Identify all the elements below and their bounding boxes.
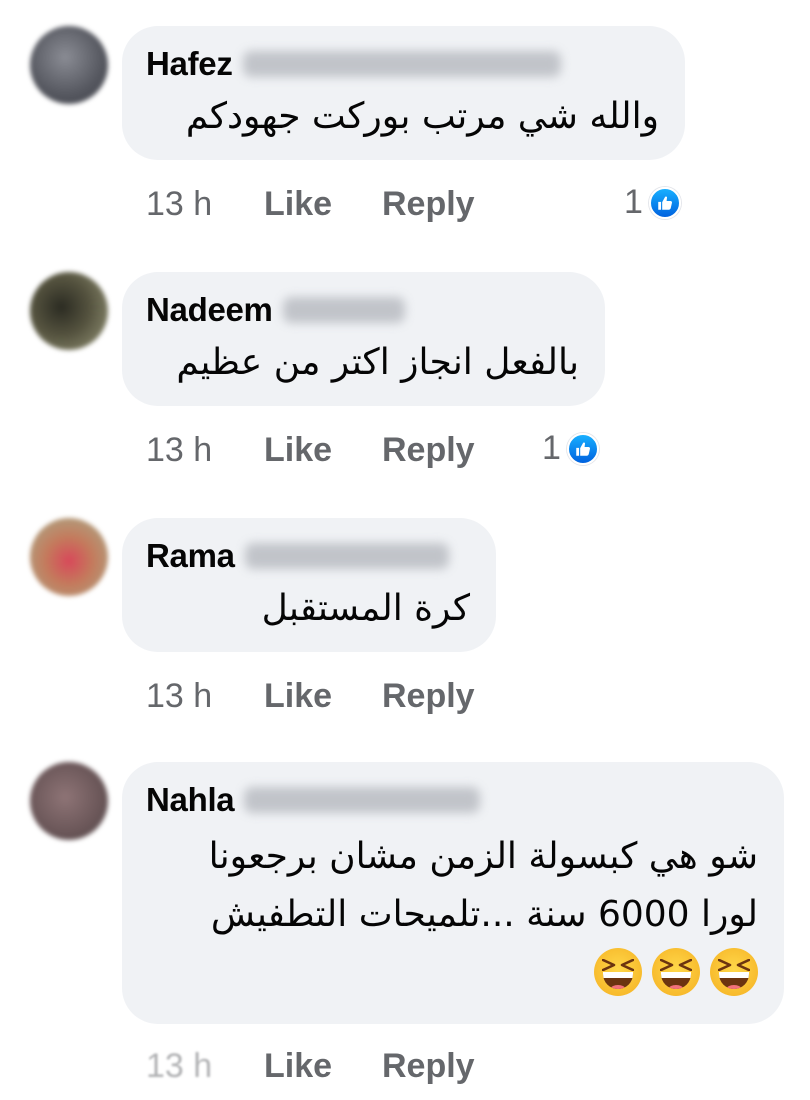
blurred-surname bbox=[244, 787, 481, 813]
grinning-squinting-face-icon bbox=[652, 948, 700, 996]
avatar[interactable] bbox=[30, 518, 108, 596]
comment-timestamp[interactable]: 13 h bbox=[146, 185, 264, 224]
blurred-surname bbox=[242, 51, 561, 77]
like-button[interactable]: Like bbox=[264, 185, 382, 224]
grinning-squinting-face-icon bbox=[594, 948, 642, 996]
comment-timestamp[interactable]: 13 h bbox=[146, 1047, 264, 1086]
reply-button[interactable]: Reply bbox=[382, 677, 475, 716]
comment-actions: 13 h Like Reply bbox=[146, 184, 475, 224]
reply-button[interactable]: Reply bbox=[382, 185, 475, 224]
comment-bubble: Rama كرة المستقبل bbox=[122, 518, 496, 652]
comment-text-line: لورا 6000 سنة ...تلميحات التطفيش bbox=[210, 894, 758, 935]
avatar[interactable] bbox=[30, 272, 108, 350]
comment-text: والله شي مرتب بوركت جهودكم bbox=[185, 96, 659, 137]
comment-timestamp[interactable]: 13 h bbox=[146, 431, 264, 470]
reaction-count: 1 bbox=[624, 183, 643, 221]
grinning-squinting-face-icon bbox=[710, 948, 758, 996]
comment-author[interactable]: Hafez bbox=[146, 45, 233, 83]
emoji-row bbox=[146, 948, 758, 996]
comment-text: بالفعل انجاز اكتر من عظيم bbox=[176, 342, 579, 383]
blurred-surname bbox=[282, 297, 405, 323]
comment-actions: 13 h Like Reply bbox=[146, 1046, 475, 1086]
comment-bubble: Nahla شو هي كبسولة الزمن مشان برجعونا لو… bbox=[122, 762, 784, 1024]
comment-bubble: Nadeem بالفعل انجاز اكتر من عظيم bbox=[122, 272, 605, 406]
reaction-summary[interactable]: 1 bbox=[624, 183, 681, 222]
comment-author[interactable]: Nadeem bbox=[146, 291, 273, 329]
reaction-count: 1 bbox=[542, 429, 561, 467]
like-button[interactable]: Like bbox=[264, 677, 382, 716]
comment-bubble: Hafez والله شي مرتب بوركت جهودكم bbox=[122, 26, 685, 160]
reply-button[interactable]: Reply bbox=[382, 431, 475, 470]
avatar[interactable] bbox=[30, 762, 108, 840]
comment-actions: 13 h Like Reply bbox=[146, 430, 475, 470]
comment-thread: Hafez والله شي مرتب بوركت جهودكم 13 h Li… bbox=[0, 0, 810, 1100]
comment-author[interactable]: Rama bbox=[146, 537, 235, 575]
blurred-surname bbox=[244, 543, 449, 569]
like-button[interactable]: Like bbox=[264, 431, 382, 470]
like-button[interactable]: Like bbox=[264, 1047, 382, 1086]
like-thumbs-up-icon bbox=[648, 186, 681, 219]
avatar[interactable] bbox=[30, 26, 108, 104]
comment-text-line: شو هي كبسولة الزمن مشان برجعونا bbox=[208, 836, 758, 877]
comment-actions: 13 h Like Reply bbox=[146, 676, 475, 716]
reaction-summary[interactable]: 1 bbox=[542, 429, 599, 468]
reply-button[interactable]: Reply bbox=[382, 1047, 475, 1086]
like-thumbs-up-icon bbox=[566, 432, 599, 465]
comment-author[interactable]: Nahla bbox=[146, 781, 235, 819]
comment-text: كرة المستقبل bbox=[261, 588, 470, 629]
comment-timestamp[interactable]: 13 h bbox=[146, 677, 264, 716]
